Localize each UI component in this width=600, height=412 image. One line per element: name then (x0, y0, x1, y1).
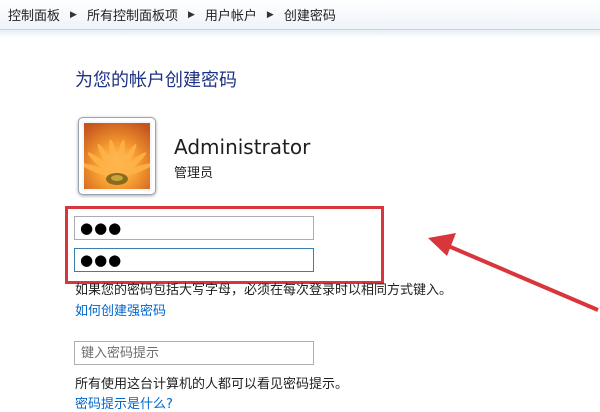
breadcrumb-item-create-password[interactable]: 创建密码 (280, 5, 340, 24)
breadcrumb-item-all-items[interactable]: 所有控制面板项 (83, 5, 182, 24)
breadcrumb-item-user-accounts[interactable]: 用户帐户 (201, 5, 261, 24)
page-title: 为您的帐户创建密码 (75, 70, 237, 91)
user-role: 管理员 (174, 166, 214, 181)
breadcrumb-shadow (0, 30, 600, 38)
flower-avatar-icon (84, 123, 150, 189)
hint-visibility-note: 所有使用这台计算机的人都可以看见密码提示。 (75, 377, 349, 392)
password-hint-input[interactable] (74, 341, 314, 365)
case-sensitivity-note: 如果您的密码包括大写字母，必须在每次登录时以相同方式键入。 (75, 283, 453, 298)
breadcrumb-separator[interactable]: ▶ (182, 10, 201, 20)
strong-password-link[interactable]: 如何创建强密码 (75, 300, 166, 319)
confirm-password-input[interactable]: ●●● (74, 248, 314, 272)
breadcrumb: 控制面板 ▶ 所有控制面板项 ▶ 用户帐户 ▶ 创建密码 (0, 0, 600, 30)
breadcrumb-item-control-panel[interactable]: 控制面板 (4, 5, 64, 24)
avatar (78, 117, 156, 195)
password-hint-help-link[interactable]: 密码提示是什么? (75, 393, 173, 412)
user-name: Administrator (174, 135, 311, 159)
breadcrumb-separator[interactable]: ▶ (261, 10, 280, 20)
breadcrumb-separator[interactable]: ▶ (64, 10, 83, 20)
new-password-input[interactable]: ●●● (74, 216, 314, 240)
